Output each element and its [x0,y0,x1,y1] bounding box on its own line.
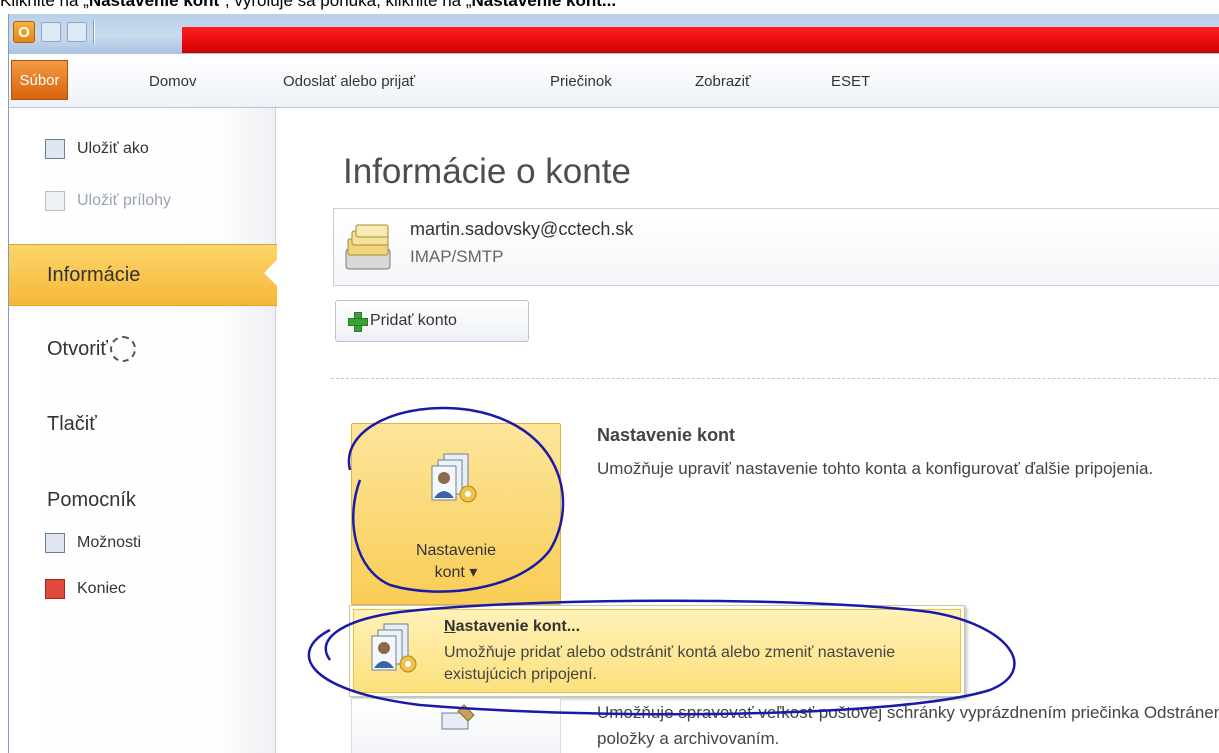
sidebar-item-label: Koniec [77,580,126,597]
sidebar-item-label: Otvoriť [47,337,108,360]
ribbon-tabs: Súbor Domov Odoslať alebo prijať Priečin… [8,54,1219,108]
caption-bold-1: Nastavenie kont [88,0,220,10]
account-type: IMAP/SMTP [410,247,504,266]
sidebar-item-options[interactable]: Možnosti [9,528,277,558]
sidebar-item-info[interactable]: Informácie [9,244,278,306]
tab-file[interactable]: Súbor [11,60,68,100]
account-settings-icon [371,623,417,673]
menu-item-account-settings[interactable]: Nastavenie kont... Umožňuje pridať alebo… [353,609,961,693]
window-titlebar: O [8,14,1219,54]
sidebar-item-print[interactable]: Tlačiť [9,400,277,448]
cleanup-description: Umožňuje spravovať veľkosť poštovej schr… [597,703,1219,748]
page-title: Informácie o konte [343,152,631,191]
cleanup-tools-button[interactable] [351,698,561,753]
caption-bold-2: Nastavenie kont... [471,0,617,10]
close-icon [45,579,65,599]
sidebar-item-open[interactable]: Otvoriť [9,325,277,373]
busy-cursor-icon [109,336,136,362]
sidebar-item-label: Informácie [47,263,141,286]
caption-text: Kliknite na „ [0,0,89,10]
menu-accelerator: N [444,618,456,635]
account-settings-menu: Nastavenie kont... Umožňuje pridať alebo… [349,605,965,697]
account-settings-description: Umožňuje upraviť nastavenie tohto konta … [597,459,1154,478]
backstage-sidebar: Uložiť ako Uložiť prílohy Informácie Otv… [8,108,278,753]
account-info-page: Informácie o konte martin.sadovsky@cctec… [277,108,1219,753]
mail-account-icon [345,224,391,270]
instruction-caption: Kliknite na „Nastavenie kont“, vyroluje … [0,0,1219,13]
menu-title-rest: astavenie kont... [455,618,581,635]
sidebar-item-exit[interactable]: Koniec [9,574,277,604]
sidebar-item-save-as[interactable]: Uložiť ako [9,134,277,164]
quick-access-toolbar: O [13,18,95,46]
outlook-app-icon[interactable]: O [13,21,35,43]
broom-icon [441,704,475,730]
sidebar-item-label: Pomocník [47,488,136,511]
button-line-2: kont [434,564,465,581]
caption-text-2: “, vyroluje sa ponuka, kliknite na „ [219,0,472,10]
account-selector[interactable]: martin.sadovsky@cctech.sk IMAP/SMTP [333,208,1219,286]
sidebar-item-label: Možnosti [77,534,142,551]
chevron-down-icon: ▾ [469,564,478,581]
undo-icon[interactable] [67,22,87,42]
tab-eset[interactable]: ESET [831,63,870,99]
add-account-label: Pridať konto [370,312,457,329]
account-settings-button[interactable]: Nastavenie kont ▾ [351,423,561,605]
options-icon [45,533,65,553]
button-line-1: Nastavenie [415,542,497,559]
sidebar-item-label: Uložiť prílohy [77,192,172,209]
plus-icon [348,312,368,332]
titlebar-highlight [182,27,1219,53]
sidebar-item-help[interactable]: Pomocník [9,476,277,524]
tab-send-receive[interactable]: Odoslať alebo prijať [283,63,415,99]
account-email: martin.sadovsky@cctech.sk [410,219,634,239]
tab-folder[interactable]: Priečinok [550,63,612,99]
tab-home[interactable]: Domov [149,63,197,99]
save-as-icon [45,139,65,159]
account-settings-button-label: Nastavenie kont ▾ [352,540,560,584]
sidebar-item-label: Tlačiť [47,412,97,435]
sidebar-item-label: Uložiť ako [77,140,149,157]
account-settings-heading: Nastavenie kont [597,425,736,445]
menu-item-description: Umožňuje pridať alebo odstrániť kontá al… [444,644,896,683]
sidebar-item-save-attachments[interactable]: Uložiť prílohy [9,186,277,216]
send-receive-icon[interactable] [41,22,61,42]
toolbar-separator [93,20,95,44]
attachments-icon [45,191,65,211]
add-account-button[interactable]: Pridať konto [335,300,529,342]
account-settings-icon [431,453,477,503]
menu-item-title: Nastavenie kont... [444,618,580,636]
tab-view[interactable]: Zobraziť [695,63,751,99]
section-divider [331,378,1219,379]
